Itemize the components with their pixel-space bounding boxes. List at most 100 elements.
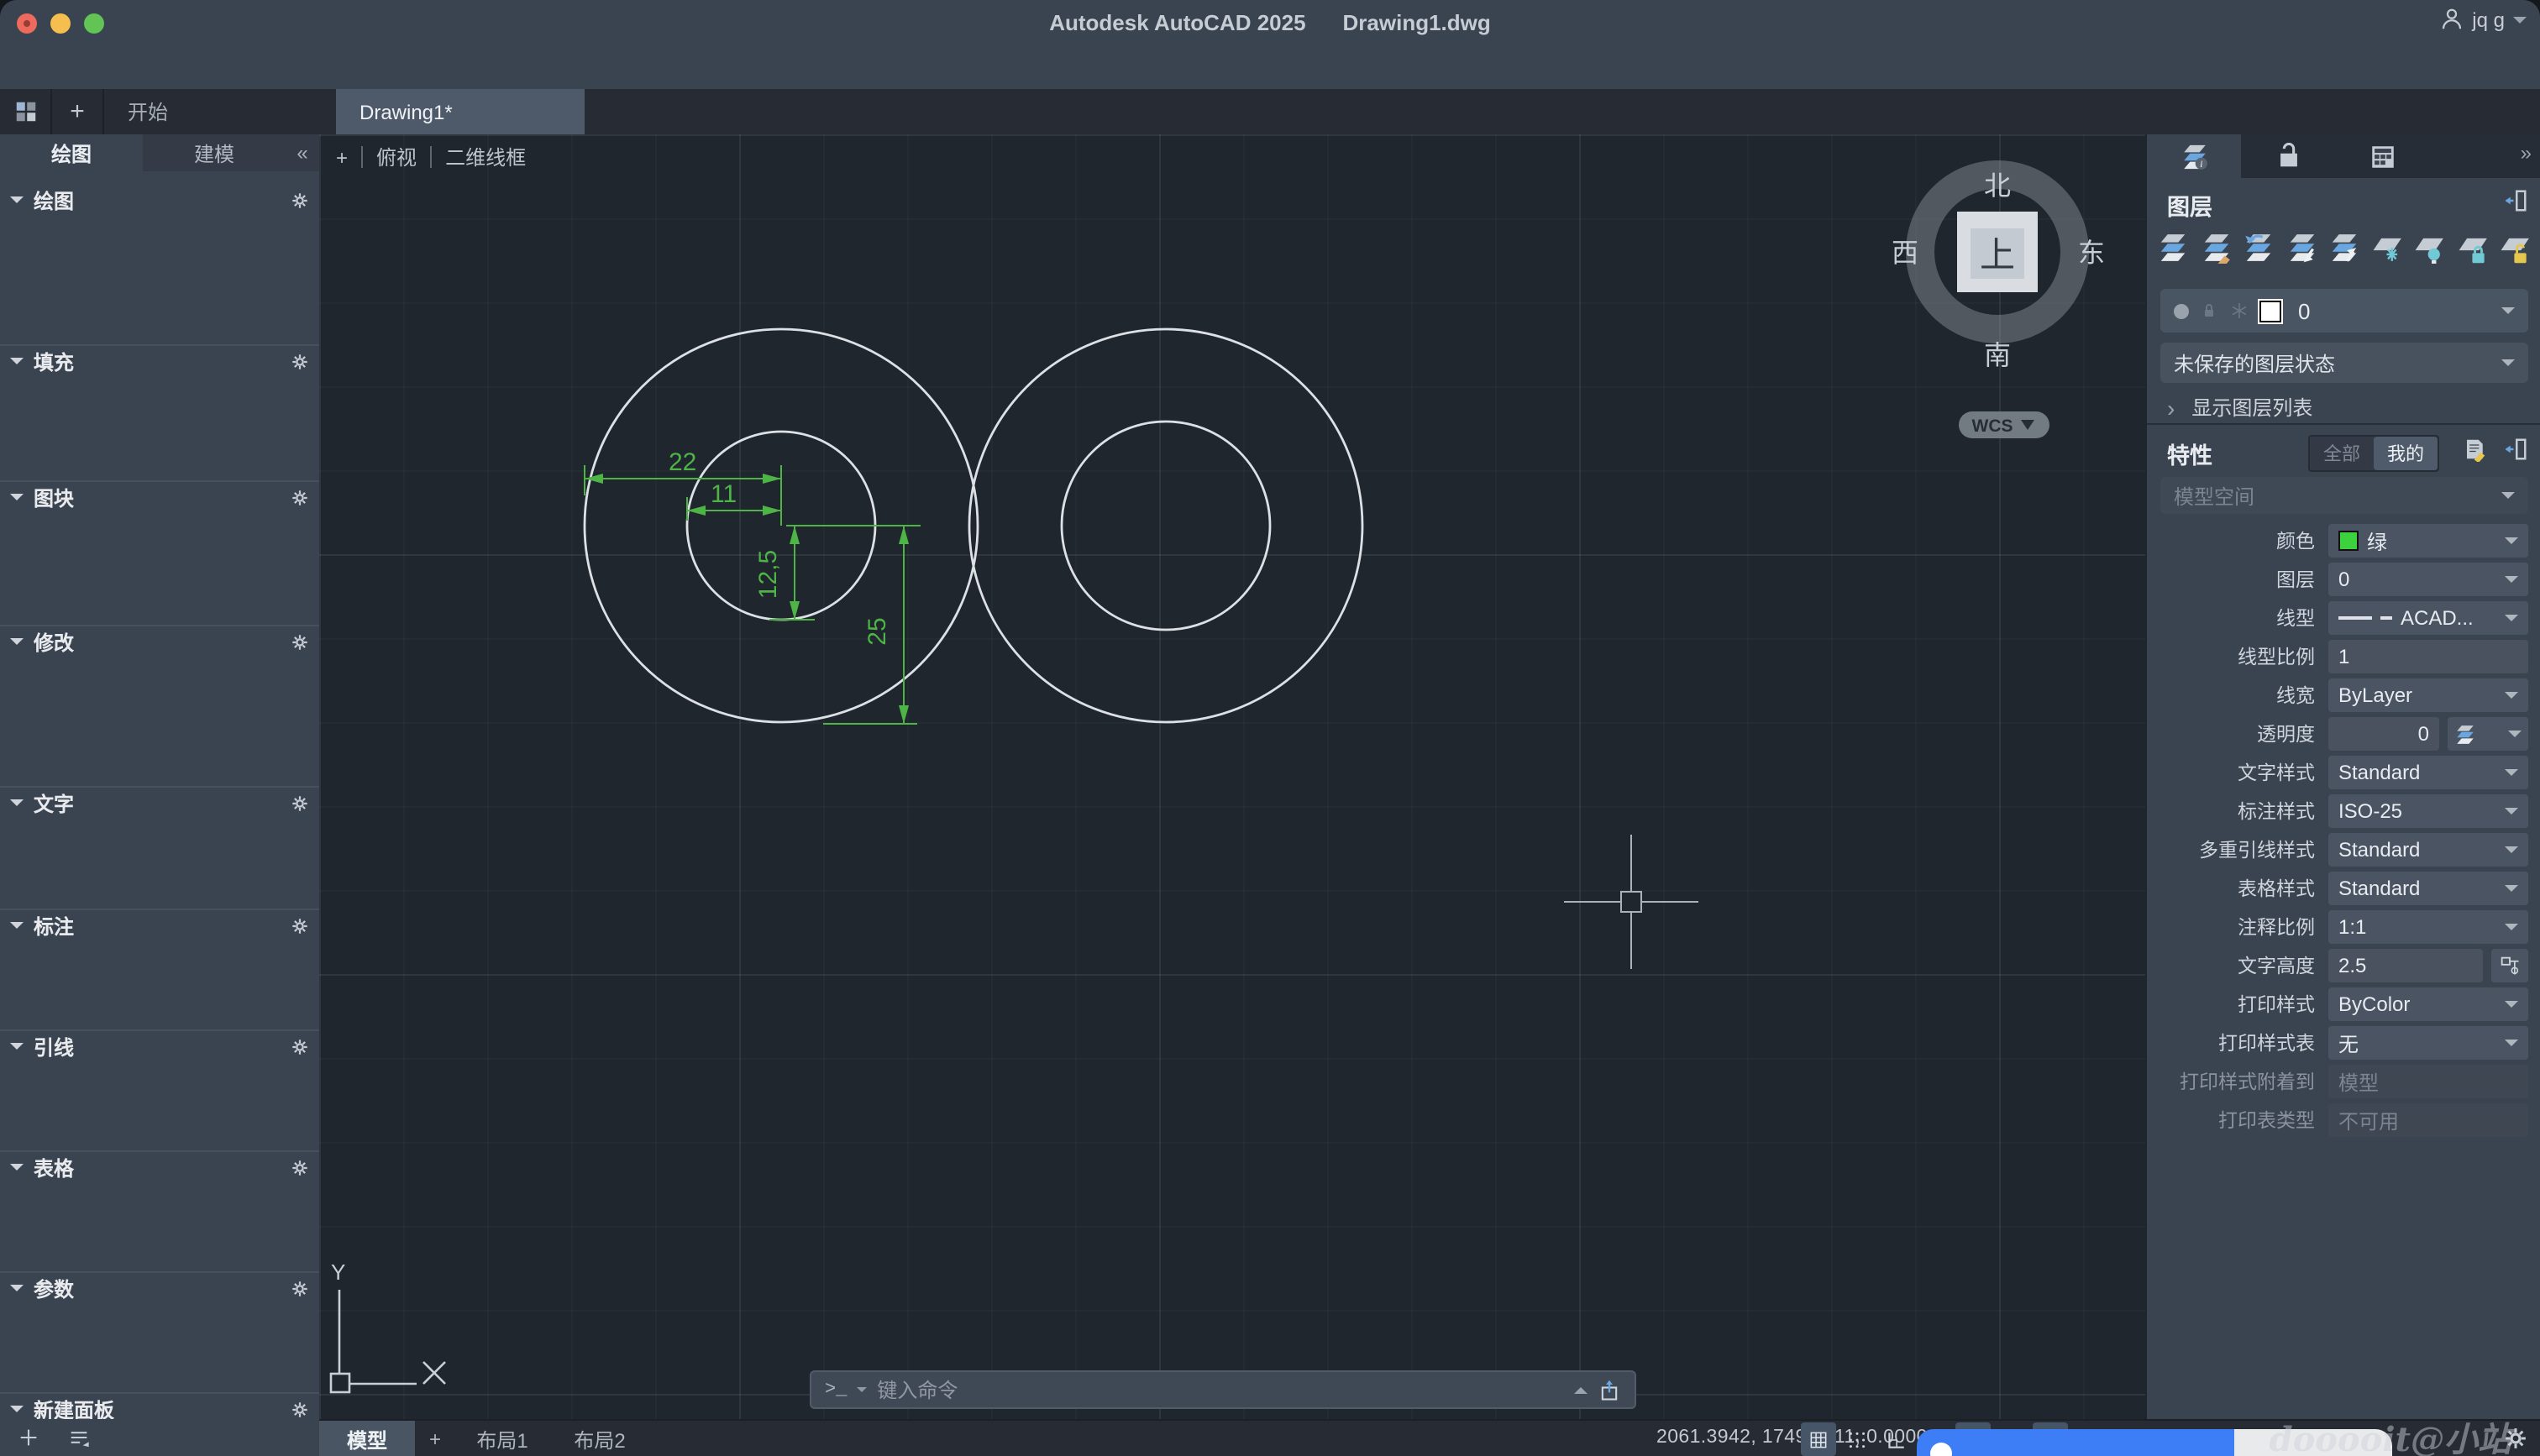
user-account-menu[interactable]: jq g	[2438, 7, 2527, 32]
customization-button[interactable]	[2503, 1426, 2528, 1451]
document-tab[interactable]: Drawing1*	[336, 89, 585, 134]
layer-on-icon[interactable]	[2174, 303, 2189, 318]
layer-unlock-button[interactable]	[2500, 232, 2532, 264]
command-history-caret[interactable]	[857, 1387, 868, 1397]
show-layer-list-button[interactable]: › 显示图层列表	[2167, 393, 2312, 422]
property-value-control[interactable]: Standard	[2328, 872, 2528, 905]
section-gear-icon[interactable]	[291, 191, 309, 209]
property-value-control[interactable]: Standard	[2328, 756, 2528, 789]
grid-display-toggle[interactable]	[1801, 1422, 1836, 1456]
layer-lock-button[interactable]	[2457, 232, 2489, 264]
properties-collapse-icon[interactable]	[2503, 437, 2528, 462]
section-collapse-icon[interactable]	[10, 638, 24, 652]
layer-unisolate-button[interactable]	[2328, 232, 2360, 264]
section-gear-icon[interactable]	[291, 632, 309, 651]
palette-collapse-button[interactable]: «	[286, 134, 319, 171]
filter-my-button[interactable]: 我的	[2374, 437, 2438, 470]
layer-previous-button[interactable]	[2243, 232, 2275, 264]
edit-properties-icon[interactable]	[2463, 437, 2488, 462]
layout-tab[interactable]: 布局1	[455, 1421, 549, 1456]
tab-attach[interactable]	[2241, 134, 2335, 178]
tab-sheet-set[interactable]	[2335, 134, 2429, 178]
property-value-control[interactable]: Standard	[2328, 833, 2528, 867]
new-drawing-tab-button[interactable]: +	[52, 89, 104, 134]
layout-tab[interactable]: 布局2	[553, 1421, 647, 1456]
transparency-input[interactable]: 0	[2328, 717, 2439, 751]
document-tab[interactable]: 开始	[104, 89, 336, 134]
property-value-control[interactable]: ISO-25	[2328, 794, 2528, 828]
tab-layers[interactable]	[2147, 134, 2241, 178]
panel-overflow-button[interactable]: »	[2521, 141, 2532, 165]
section-collapse-icon[interactable]	[10, 358, 24, 371]
tool-row	[10, 1061, 309, 1068]
command-input[interactable]: 键入命令	[877, 1375, 1564, 1404]
layers-collapse-icon[interactable]	[2503, 188, 2528, 213]
layer-isolate-button[interactable]	[2285, 232, 2317, 264]
section-collapse-icon[interactable]	[10, 799, 24, 813]
section-collapse-icon[interactable]	[10, 1043, 24, 1056]
property-value-control[interactable]: 1:1	[2328, 910, 2528, 944]
property-value: 无	[2338, 1032, 2359, 1055]
layer-off-button[interactable]	[2414, 232, 2446, 264]
text-height-input[interactable]: 2.5	[2328, 949, 2483, 982]
layout-tab[interactable]: +	[418, 1421, 452, 1456]
section-gear-icon[interactable]	[291, 1400, 309, 1418]
dropdown-caret	[2505, 924, 2518, 937]
property-row: 颜色 绿	[2160, 524, 2528, 558]
ortho-mode-toggle[interactable]	[1878, 1422, 1913, 1456]
section-collapse-icon[interactable]	[10, 1164, 24, 1177]
section-collapse-icon[interactable]	[10, 922, 24, 935]
property-value-control[interactable]: ByColor	[2328, 987, 2528, 1021]
layer-properties-button[interactable]	[2157, 232, 2189, 264]
crosshair-cursor	[1564, 835, 1698, 969]
property-value-control[interactable]: ACAD...	[2328, 601, 2528, 635]
layer-states-select[interactable]: 未保存的图层状态	[2160, 343, 2528, 383]
palette-tab[interactable]: 绘图	[0, 134, 143, 171]
tab-overview-button[interactable]	[0, 89, 52, 134]
layer-select[interactable]: 0	[2160, 289, 2528, 333]
section-gear-icon[interactable]	[291, 1037, 309, 1055]
layer-color-swatch[interactable]	[2259, 300, 2281, 322]
expand-command-history-icon[interactable]	[1574, 1380, 1588, 1394]
tool-row	[10, 383, 309, 390]
wcs-dropdown[interactable]: WCS	[1959, 411, 2049, 438]
section-gear-icon[interactable]	[291, 352, 309, 370]
section-collapse-icon[interactable]	[10, 1406, 24, 1419]
add-panel-button[interactable]	[17, 1426, 40, 1449]
section-collapse-icon[interactable]	[10, 196, 24, 210]
property-value-control[interactable]: ByLayer	[2328, 678, 2528, 712]
property-value-control[interactable]: 无	[2328, 1026, 2528, 1060]
filter-all-button[interactable]: 全部	[2310, 437, 2374, 470]
panel-tab-bar: »	[2147, 134, 2540, 178]
command-line[interactable]: >_ 键入命令	[810, 1370, 1636, 1409]
panel-list-button[interactable]	[67, 1426, 91, 1449]
layout-tab[interactable]: 模型	[319, 1421, 415, 1456]
tool-row	[10, 1068, 309, 1075]
section-gear-icon[interactable]	[291, 1158, 309, 1176]
property-row: 表格样式 Standard	[2160, 872, 2528, 905]
palette-tab[interactable]: 建模	[143, 134, 286, 171]
dim-11-label: 11	[711, 480, 737, 508]
selection-type-select[interactable]: 模型空间	[2160, 477, 2528, 514]
section-gear-icon[interactable]	[291, 793, 309, 812]
pick-text-height-button[interactable]	[2491, 949, 2528, 982]
property-value-control: 不可用	[2328, 1103, 2528, 1137]
layer-freeze-icon[interactable]	[2229, 301, 2249, 321]
layer-freeze-button[interactable]	[2371, 232, 2403, 264]
tool-row	[10, 215, 309, 222]
section-collapse-icon[interactable]	[10, 1285, 24, 1298]
section-label: 新建面板	[34, 1398, 115, 1419]
transparency-mode-select[interactable]	[2448, 717, 2528, 751]
section-gear-icon[interactable]	[291, 488, 309, 506]
section-collapse-icon[interactable]	[10, 494, 24, 507]
property-value-control[interactable]: 1	[2328, 640, 2528, 673]
layer-lock-icon[interactable]	[2199, 301, 2219, 321]
layer-match-button[interactable]	[2200, 232, 2232, 264]
property-value-control[interactable]: 0	[2328, 563, 2528, 596]
section-gear-icon[interactable]	[291, 1279, 309, 1297]
section-gear-icon[interactable]	[291, 916, 309, 935]
drawing-canvas[interactable]: + 俯视 二维线框 22 11 12,5 25 Y 上 北 南 西 东 WCS …	[319, 134, 2145, 1419]
property-value-control[interactable]: 绿	[2328, 524, 2528, 558]
snap-mode-toggle[interactable]	[1839, 1422, 1875, 1456]
share-upload-icon[interactable]	[1598, 1378, 1621, 1401]
